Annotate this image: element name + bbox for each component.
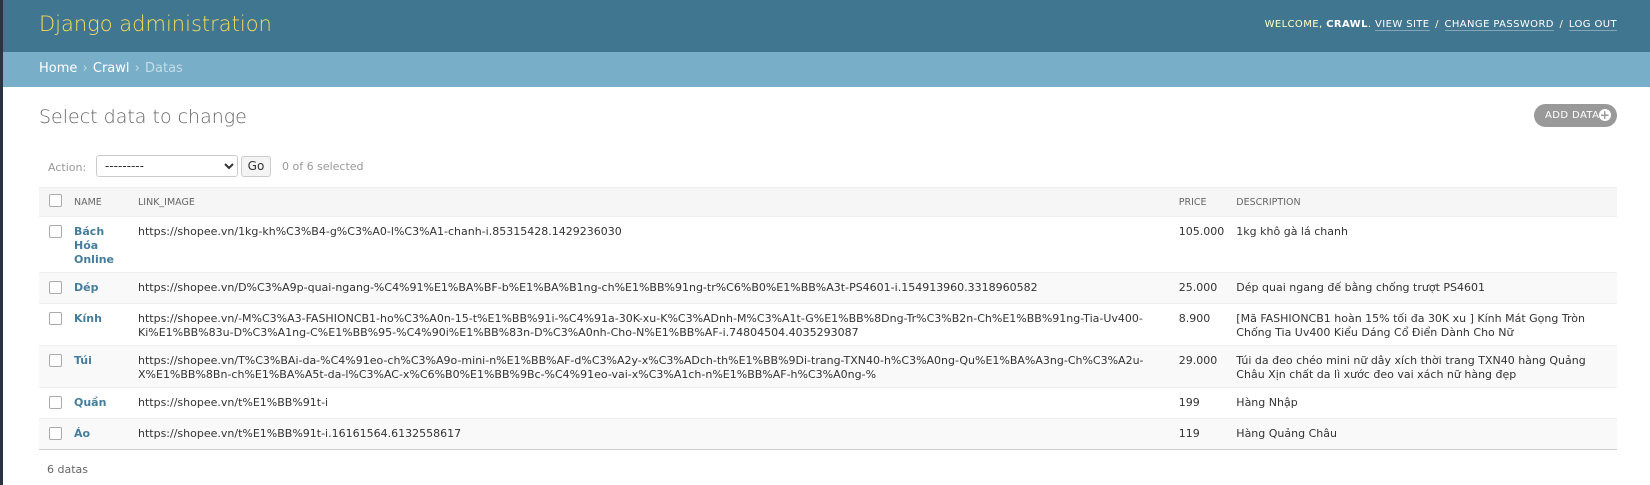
breadcrumb-separator: › (134, 61, 140, 76)
add-data-button[interactable]: ADD DATA + (1534, 104, 1617, 127)
user-tools: Welcome, CRAWL. View site / Change passw… (1264, 19, 1617, 31)
actions-bar: Action: --------- Go 0 of 6 selected (39, 152, 1617, 180)
row-name-link[interactable]: Dép (74, 281, 98, 294)
welcome-text: Welcome, (1264, 19, 1323, 30)
table-header-row: NAME LINK_IMAGE PRICE DESCRIPTION (39, 187, 1617, 217)
selection-count: 0 of 6 selected (282, 160, 364, 173)
row-select-cell (39, 387, 68, 419)
row-select-cell (39, 216, 68, 273)
price-cell: 119 (1172, 418, 1231, 450)
description-cell: Hàng Quảng Châu (1230, 418, 1617, 450)
page-title: Select data to change (39, 106, 247, 128)
select-all-checkbox[interactable] (49, 194, 62, 207)
row-name-link[interactable]: Kính (74, 312, 102, 325)
column-header-name[interactable]: NAME (68, 187, 132, 217)
row-checkbox[interactable] (49, 281, 62, 294)
site-title: Django administration (39, 12, 272, 36)
add-data-label: ADD DATA (1545, 110, 1600, 121)
column-header-price[interactable]: PRICE (1172, 187, 1231, 217)
column-header-description[interactable]: DESCRIPTION (1230, 187, 1617, 217)
name-cell: Quần (68, 387, 132, 419)
row-select-cell (39, 272, 68, 304)
description-cell: Hàng Nhập (1230, 387, 1617, 419)
row-checkbox[interactable] (49, 396, 62, 409)
username: CRAWL (1326, 19, 1368, 30)
table-row: Bách Hóa Online https://shopee.vn/1kg-kh… (39, 216, 1617, 273)
column-header-link-image[interactable]: LINK_IMAGE (132, 187, 1173, 217)
link-image-cell: https://shopee.vn/T%C3%BAi-da-%C4%91eo-c… (132, 345, 1173, 388)
breadcrumb-separator: › (82, 61, 88, 76)
link-image-cell: https://shopee.vn/t%E1%BB%91t-i.16161564… (132, 418, 1173, 450)
price-cell: 29.000 (1172, 345, 1231, 388)
action-select[interactable]: --------- (96, 155, 238, 177)
view-site-link[interactable]: View site (1375, 19, 1430, 31)
table-row: Túi https://shopee.vn/T%C3%BAi-da-%C4%91… (39, 345, 1617, 388)
price-cell: 8.900 (1172, 303, 1231, 346)
log-out-link[interactable]: Log out (1568, 19, 1617, 31)
breadcrumb-app[interactable]: Crawl (93, 61, 130, 76)
link-image-cell: https://shopee.vn/-M%C3%A3-FASHIONCB1-ho… (132, 303, 1173, 346)
row-name-link[interactable]: Túi (74, 354, 92, 367)
separator: / (1559, 19, 1564, 30)
link-image-cell: https://shopee.vn/t%E1%BB%91t-i (132, 387, 1173, 419)
name-cell: Dép (68, 272, 132, 304)
row-select-cell (39, 303, 68, 346)
result-count: 6 datas (47, 463, 89, 476)
plus-icon: + (1599, 108, 1611, 122)
link-image-cell: https://shopee.vn/D%C3%A9p-quai-ngang-%C… (132, 272, 1173, 304)
description-cell: Túi da đeo chéo mini nữ dây xích thời tr… (1230, 345, 1617, 388)
row-name-link[interactable]: Bách Hóa Online (74, 225, 114, 266)
row-checkbox[interactable] (49, 427, 62, 440)
name-cell: Kính (68, 303, 132, 346)
table-row: Kính https://shopee.vn/-M%C3%A3-FASHIONC… (39, 303, 1617, 346)
row-checkbox[interactable] (49, 312, 62, 325)
table-row: Quần https://shopee.vn/t%E1%BB%91t-i 199… (39, 387, 1617, 419)
site-header: Django administration Welcome, CRAWL. Vi… (3, 0, 1650, 52)
change-password-link[interactable]: Change password (1444, 19, 1554, 31)
row-select-cell (39, 418, 68, 450)
row-name-link[interactable]: Quần (74, 396, 106, 409)
results-table: NAME LINK_IMAGE PRICE DESCRIPTION Bách H… (39, 187, 1617, 450)
separator: / (1435, 19, 1439, 30)
link-image-cell: https://shopee.vn/1kg-kh%C3%B4-g%C3%A0-l… (132, 216, 1173, 273)
price-cell: 25.000 (1172, 272, 1231, 304)
price-cell: 105.000 (1172, 216, 1231, 273)
description-cell: [Mã FASHIONCB1 hoàn 15% tối đa 30K xu ] … (1230, 303, 1617, 346)
table-row: Áo https://shopee.vn/t%E1%BB%91t-i.16161… (39, 418, 1617, 450)
row-select-cell (39, 345, 68, 388)
name-cell: Túi (68, 345, 132, 388)
breadcrumb: Home › Crawl › Datas (3, 52, 1650, 87)
select-all-cell (39, 187, 68, 217)
go-button[interactable]: Go (241, 156, 271, 177)
description-cell: Dép quai ngang đế bằng chống trượt PS460… (1230, 272, 1617, 304)
row-checkbox[interactable] (49, 354, 62, 367)
description-cell: 1kg khô gà lá chanh (1230, 216, 1617, 273)
price-cell: 199 (1172, 387, 1231, 419)
row-name-link[interactable]: Áo (74, 427, 90, 440)
breadcrumb-home[interactable]: Home (39, 61, 77, 76)
row-checkbox[interactable] (49, 225, 62, 238)
breadcrumb-current: Datas (145, 61, 183, 76)
name-cell: Áo (68, 418, 132, 450)
action-label: Action: (48, 161, 87, 174)
name-cell: Bách Hóa Online (68, 216, 132, 273)
table-row: Dép https://shopee.vn/D%C3%A9p-quai-ngan… (39, 272, 1617, 304)
